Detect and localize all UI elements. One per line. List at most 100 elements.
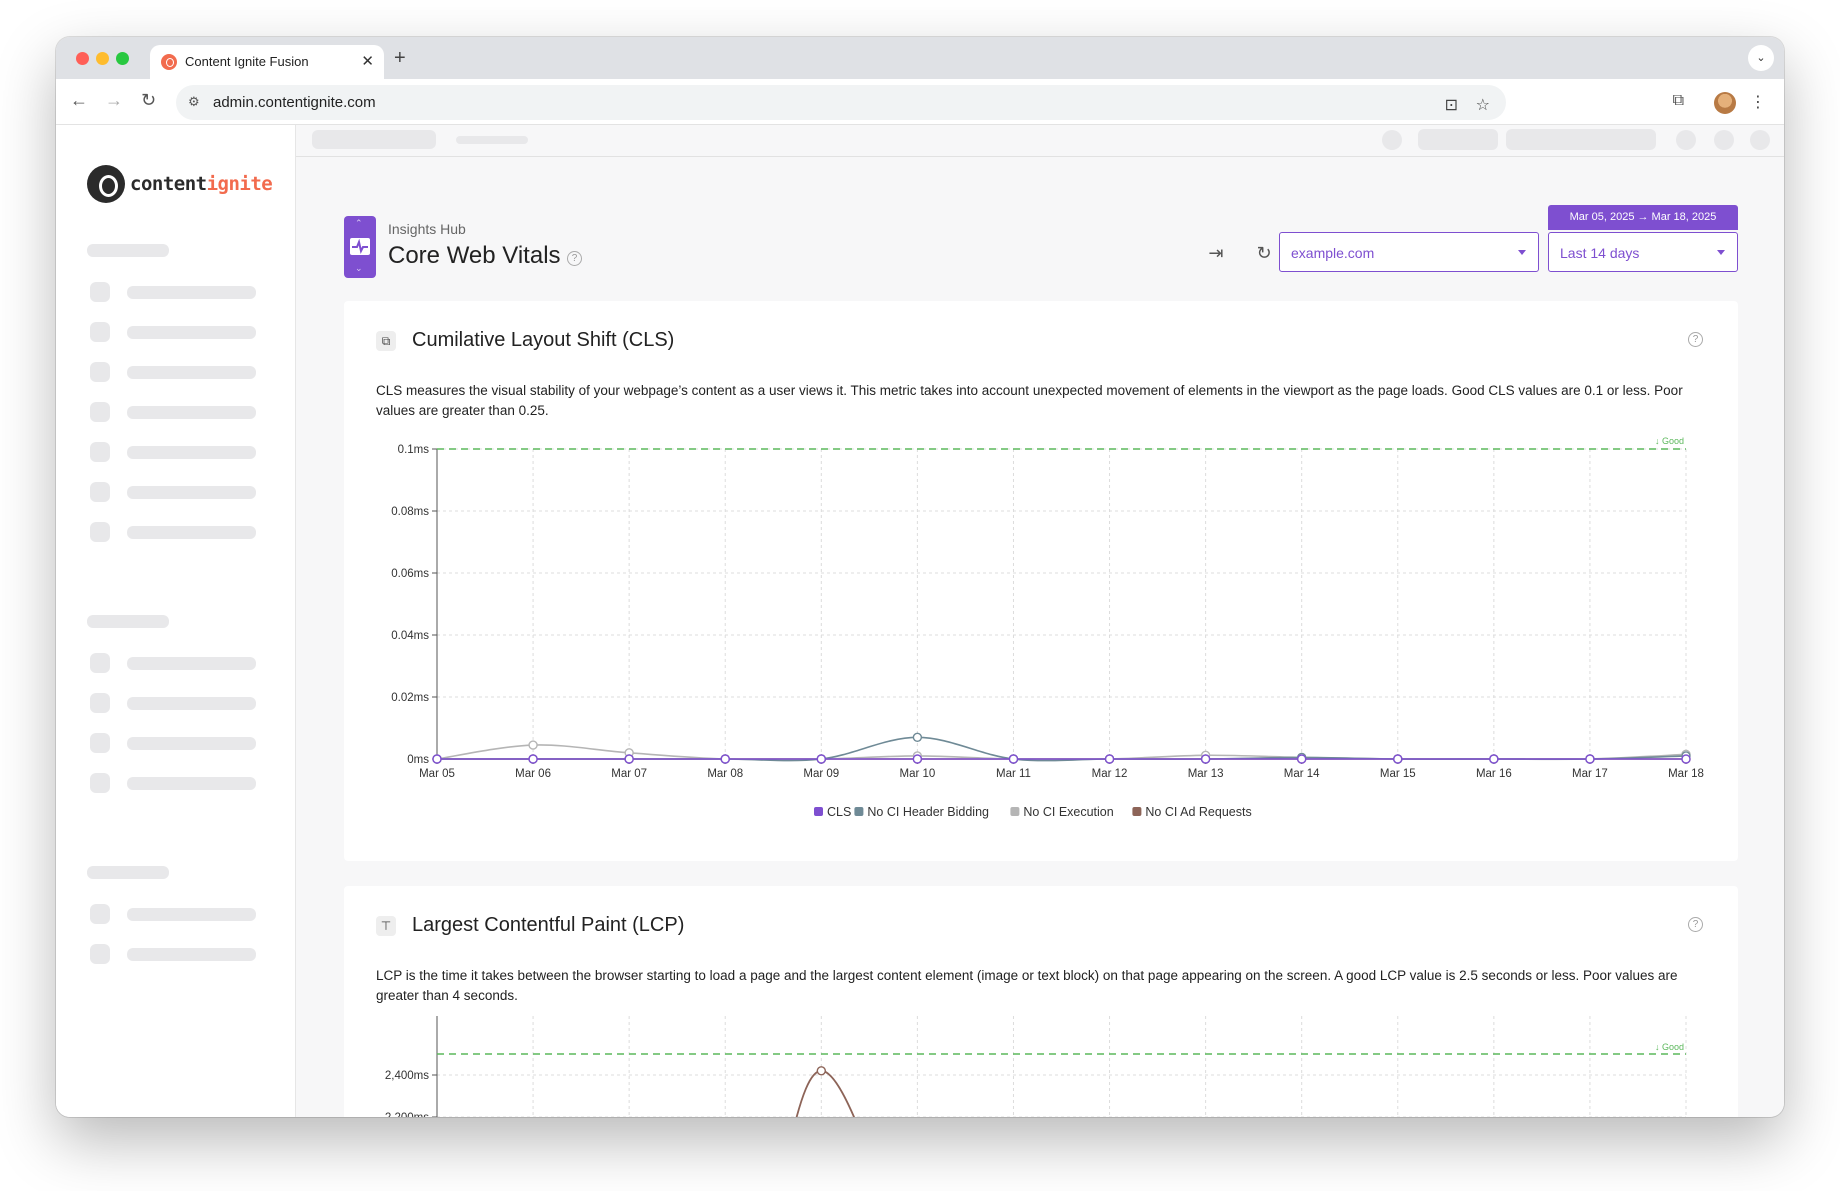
good-threshold-label: ↓ Good	[1655, 436, 1684, 446]
topbar-icon-placeholder[interactable]	[1676, 130, 1696, 150]
nav-icon-placeholder	[90, 773, 110, 793]
layout-shift-icon: ⧉	[376, 331, 396, 351]
maximize-window-button[interactable]	[116, 52, 129, 65]
help-icon[interactable]: ?	[1688, 332, 1703, 347]
reload-button[interactable]: ↻	[141, 90, 156, 111]
install-app-icon[interactable]: ⊡	[1445, 95, 1458, 115]
breadcrumb[interactable]: Insights Hub	[388, 221, 466, 237]
app-root: contentignite ⌃ ⌄ Insights Hub Core Web …	[56, 125, 1784, 1117]
nav-item-placeholder[interactable]	[127, 737, 256, 750]
data-point	[1489, 754, 1499, 764]
address-bar[interactable]: ⚙ admin.contentignite.com ⊡ ☆	[176, 85, 1506, 120]
x-tick-label: Mar 10	[899, 768, 935, 780]
help-icon[interactable]: ?	[567, 251, 582, 266]
data-point	[1393, 754, 1403, 764]
brand-wordmark[interactable]: contentignite	[130, 173, 273, 195]
new-tab-button[interactable]: +	[394, 47, 406, 70]
nav-icon-placeholder	[90, 482, 110, 502]
nav-icon-placeholder	[90, 944, 110, 964]
legend-item: No CI Ad Requests	[1145, 805, 1251, 819]
tab-search-button[interactable]: ⌄	[1748, 45, 1774, 71]
nav-item-placeholder[interactable]	[127, 908, 256, 921]
browser-menu-icon[interactable]: ⋮	[1750, 92, 1766, 112]
nav-icon-placeholder	[90, 282, 110, 302]
x-tick-label: Mar 08	[707, 768, 743, 780]
good-threshold-label: ↓ Good	[1655, 1042, 1684, 1052]
legend-swatch	[814, 807, 823, 816]
browser-tab[interactable]: Content Ignite Fusion ✕	[150, 45, 384, 79]
nav-item-placeholder[interactable]	[127, 657, 256, 670]
chevron-down-icon	[1518, 250, 1526, 255]
minimize-window-button[interactable]	[96, 52, 109, 65]
nav-icon-placeholder	[90, 322, 110, 342]
tab-close-button[interactable]: ✕	[361, 52, 374, 70]
card-description: CLS measures the visual stability of you…	[376, 383, 1683, 418]
topbar-title-placeholder	[312, 130, 436, 149]
data-point	[1200, 754, 1211, 764]
x-tick-label: Mar 14	[1284, 768, 1320, 780]
nav-section-heading-placeholder	[87, 866, 169, 879]
core-web-vitals-icon: ⌃ ⌄	[344, 216, 376, 278]
nav-icon-placeholder	[90, 522, 110, 542]
close-window-button[interactable]	[76, 52, 89, 65]
nav-item-placeholder[interactable]	[127, 406, 256, 419]
nav-section-heading-placeholder	[87, 244, 169, 257]
y-tick-label: 2,400ms	[385, 1070, 429, 1082]
data-point	[528, 740, 538, 750]
help-icon[interactable]: ?	[1688, 917, 1703, 932]
refresh-icon[interactable]: ↻	[1250, 239, 1278, 267]
browser-toolbar: ← → ↻ ⚙ admin.contentignite.com ⊡ ☆ ⧉ ⋮	[56, 79, 1784, 125]
lcp-line-chart: 2,200ms 2,400ms ↓ Good	[385, 1016, 1687, 1117]
y-tick-label: 0.06ms	[391, 568, 429, 580]
lcp-card: ⊤ Largest Contentful Paint (LCP) ? LCP i…	[344, 886, 1738, 1117]
domain-select-value: example.com	[1291, 245, 1375, 261]
app-topbar	[296, 125, 1784, 157]
nav-item-placeholder[interactable]	[127, 286, 256, 299]
y-tick-label: 0.04ms	[391, 630, 429, 642]
nav-item-placeholder[interactable]	[127, 777, 256, 790]
data-point	[1296, 754, 1307, 764]
brand-logo-icon	[87, 165, 125, 203]
site-settings-icon[interactable]: ⚙	[188, 94, 200, 110]
topbar-icon-placeholder[interactable]	[1750, 130, 1770, 150]
y-tick-label: 2,200ms	[385, 1112, 429, 1117]
x-tick-label: Mar 17	[1572, 768, 1608, 780]
domain-select[interactable]: example.com	[1279, 232, 1539, 272]
data-point	[624, 754, 634, 764]
browser-window: Content Ignite Fusion ✕ + ⌄ ← → ↻ ⚙ admi…	[56, 37, 1784, 1117]
nav-icon-placeholder	[90, 904, 110, 924]
nav-item-placeholder[interactable]	[127, 526, 256, 539]
profile-avatar[interactable]	[1714, 92, 1736, 114]
nav-item-placeholder[interactable]	[127, 697, 256, 710]
url-text: admin.contentignite.com	[213, 94, 376, 111]
y-tick-label: 0.08ms	[391, 506, 429, 518]
legend-swatch	[854, 807, 864, 816]
y-tick-label: 0.1ms	[398, 444, 430, 456]
export-icon[interactable]: ⇥	[1202, 239, 1230, 267]
bookmark-star-icon[interactable]: ☆	[1476, 95, 1490, 115]
nav-item-placeholder[interactable]	[127, 486, 256, 499]
nav-item-placeholder[interactable]	[127, 948, 256, 961]
topbar-icon-placeholder[interactable]	[1382, 130, 1402, 150]
x-tick-label: Mar 15	[1380, 768, 1416, 780]
date-range-select[interactable]: Last 14 days	[1548, 232, 1738, 272]
topbar-search-placeholder[interactable]	[1506, 129, 1656, 150]
sidebar: contentignite	[56, 125, 296, 1117]
extensions-icon[interactable]: ⧉	[1673, 92, 1684, 110]
nav-item-placeholder[interactable]	[127, 446, 256, 459]
topbar-button-placeholder[interactable]	[1418, 129, 1498, 150]
data-point	[816, 1066, 827, 1076]
nav-icon-placeholder	[90, 442, 110, 462]
data-point	[1585, 754, 1595, 764]
data-point	[1008, 754, 1019, 764]
nav-section-heading-placeholder	[87, 615, 169, 628]
data-point	[912, 732, 923, 742]
nav-item-placeholder[interactable]	[127, 326, 256, 339]
back-button[interactable]: ←	[70, 90, 88, 111]
legend-item: No CI Header Bidding	[867, 805, 989, 819]
forward-button[interactable]: →	[105, 90, 123, 111]
topbar-icon-placeholder[interactable]	[1714, 130, 1734, 150]
cls-card: ⧉ Cumilative Layout Shift (CLS) ? CLS me…	[344, 301, 1738, 861]
nav-item-placeholder[interactable]	[127, 366, 256, 379]
tab-title: Content Ignite Fusion	[185, 54, 309, 69]
